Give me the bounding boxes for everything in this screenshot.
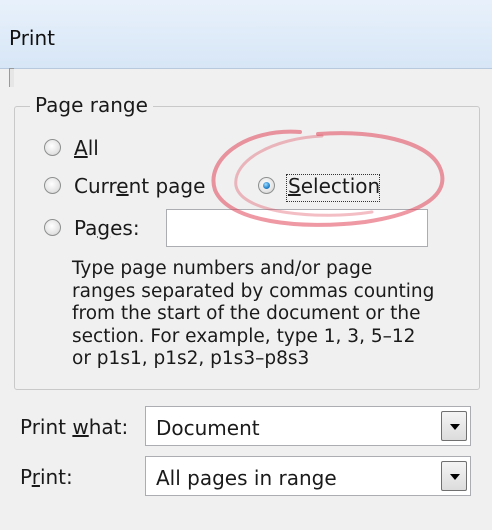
print-what-select[interactable]: Document xyxy=(145,406,471,446)
print-select[interactable]: All pages in range xyxy=(145,456,471,496)
page-range-help: Type page numbers and/or page ranges sep… xyxy=(72,258,474,371)
window-title: Print xyxy=(9,26,56,50)
dropdown-arrow-icon[interactable] xyxy=(441,411,467,441)
print-value: All pages in range xyxy=(156,466,337,490)
radio-pages-label[interactable]: Pages: xyxy=(74,216,140,240)
pages-input[interactable] xyxy=(166,209,428,247)
radio-all[interactable] xyxy=(44,139,61,156)
help-line: or p1s1, p1s2, p1s3–p8s3 xyxy=(72,348,310,369)
help-line: ranges separated by commas counting xyxy=(72,280,435,302)
dropdown-arrow-icon[interactable] xyxy=(441,461,467,491)
help-line: from the start of the document or the xyxy=(72,303,421,324)
page-range-legend: Page range xyxy=(30,93,153,117)
print-what-value: Document xyxy=(156,416,260,440)
print-what-label: Print what: xyxy=(20,415,129,439)
radio-selection[interactable] xyxy=(258,177,275,194)
radio-current-page-label[interactable]: Current page xyxy=(74,174,205,198)
title-bar: Print xyxy=(0,0,492,69)
left-edge-control xyxy=(9,68,14,87)
radio-current-page[interactable] xyxy=(44,177,61,194)
radio-selection-label[interactable]: Selection xyxy=(288,174,380,198)
help-line: section. For example, type 1, 3, 5–12 xyxy=(72,325,416,347)
radio-pages[interactable] xyxy=(44,219,61,236)
radio-all-label[interactable]: All xyxy=(74,136,99,160)
help-line: Type page numbers and/or page xyxy=(72,258,373,279)
print-label: Print: xyxy=(20,465,73,489)
